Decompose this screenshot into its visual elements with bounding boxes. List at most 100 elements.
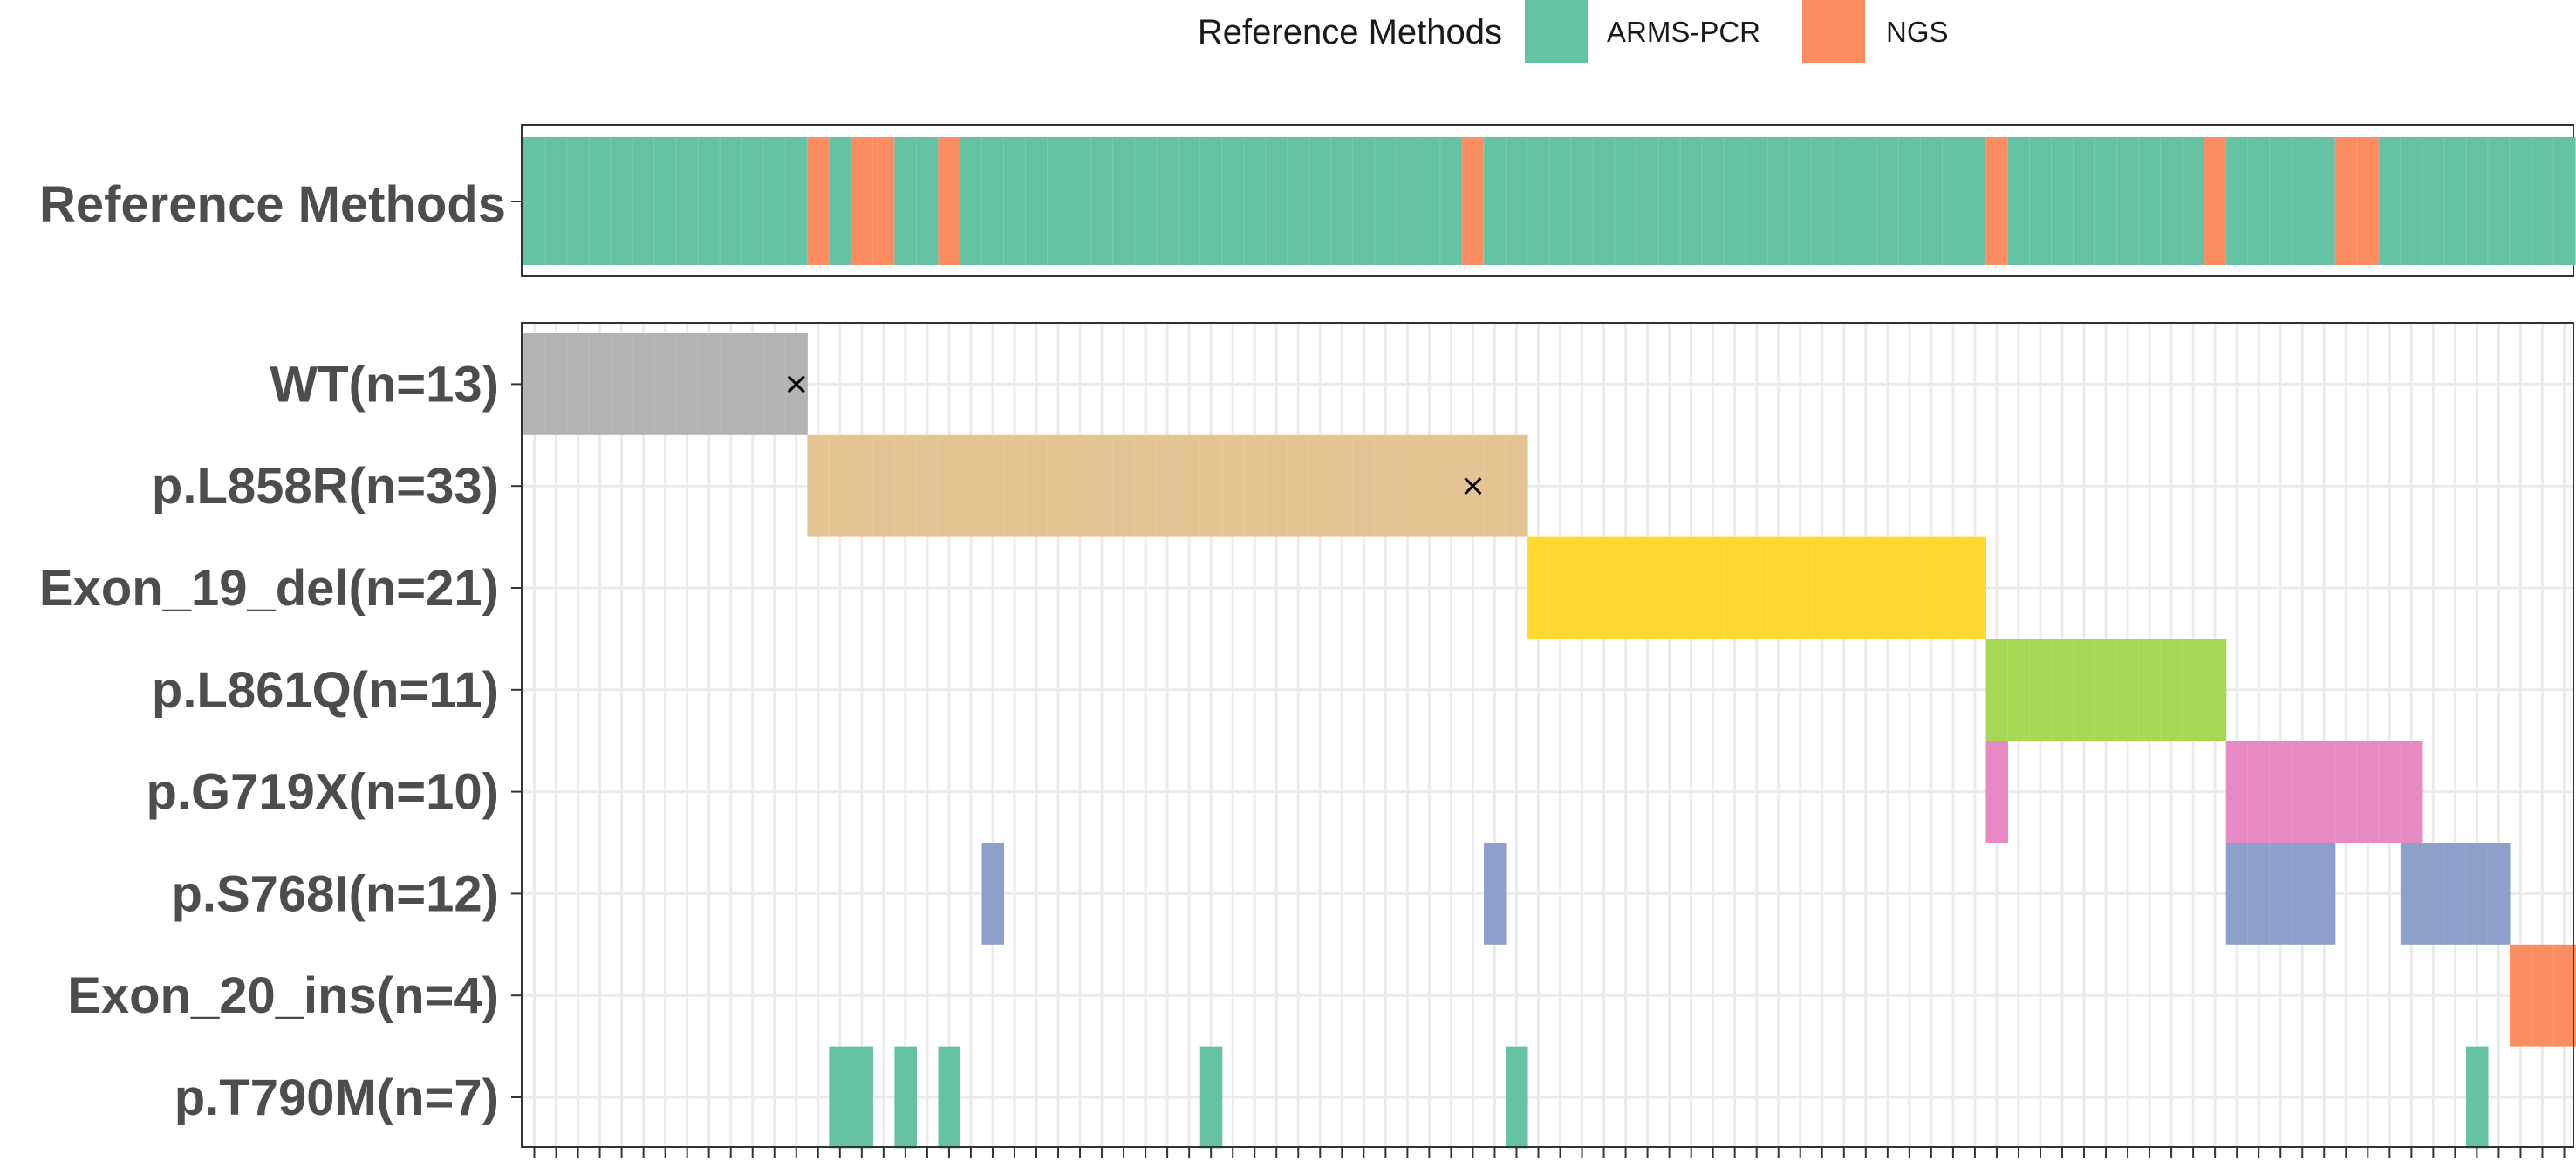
mutation-cell [872, 434, 895, 537]
mutation-cell [1855, 536, 1877, 639]
ref-cell-arms-pcr [2465, 137, 2489, 265]
ref-cell-arms-pcr [523, 137, 546, 265]
ref-cell-arms-pcr [654, 137, 677, 265]
mutation-cell [2509, 944, 2532, 1047]
mutation-cell [2007, 639, 2031, 741]
mutation-cell [2073, 639, 2096, 741]
mutation-cell [1287, 434, 1310, 537]
mutation-cell [2182, 639, 2205, 741]
mutation-cell [1680, 536, 1703, 639]
mutation-cell [1985, 639, 2009, 741]
mutation-cell [2465, 843, 2489, 945]
mutation-cell [829, 1046, 851, 1149]
mutation-cell [938, 434, 961, 537]
row-label: p.L861Q(n=11) [152, 662, 499, 719]
mutation-cell [1789, 536, 1812, 639]
ref-cell-arms-pcr [698, 137, 721, 265]
mutation-cell [1003, 434, 1027, 537]
ref-cell-arms-pcr [829, 137, 851, 265]
ref-cell-arms-pcr [1112, 137, 1136, 265]
ref-cell-arms-pcr [1789, 137, 1812, 265]
mutation-cell [545, 333, 568, 435]
ref-cell-arms-pcr [1221, 137, 1245, 265]
mutation-cell [960, 434, 983, 537]
mutation-cell [698, 333, 721, 435]
oncoprint-chart: Reference Methods ARMS-PCR NGS Reference… [39, 0, 2576, 1158]
mutation-cell [2051, 639, 2074, 741]
mutation-cell [1178, 434, 1201, 537]
ref-cell-arms-pcr [2182, 137, 2205, 265]
mutation-cell [2094, 639, 2118, 741]
mutation-cell [2465, 1046, 2489, 1149]
mutation-cell [1964, 536, 1987, 639]
mutation-cell [2531, 944, 2554, 1047]
mutation-cell [1243, 434, 1267, 537]
mutation-cell [1702, 536, 1725, 639]
ref-cell-ngs [807, 137, 830, 265]
ref-cell-arms-pcr [1374, 137, 1397, 265]
ref-cell-arms-pcr [2138, 137, 2162, 265]
ref-cell-arms-pcr [2225, 137, 2249, 265]
mutation-cell [2422, 843, 2445, 945]
mutation-cell [851, 1046, 873, 1149]
ref-cell-arms-pcr [1615, 137, 1637, 265]
mutation-cell [1549, 536, 1572, 639]
ref-cell-arms-pcr [611, 137, 633, 265]
mutation-cell [2204, 639, 2227, 741]
ref-cell-arms-pcr [1003, 137, 1027, 265]
legend-swatch-ngs [1802, 0, 1865, 63]
mutation-cell [1483, 434, 1507, 537]
legend-label-ngs: NGS [1886, 16, 1949, 48]
mutation-cell [2291, 741, 2314, 843]
ref-cell-arms-pcr [2247, 137, 2271, 265]
mutation-cell [2356, 741, 2380, 843]
mutation-cell [1396, 434, 1419, 537]
mutation-cell [2552, 944, 2576, 1047]
ref-cell-arms-pcr [1746, 137, 1768, 265]
ref-cell-ngs [2356, 137, 2380, 265]
mutation-cell [1199, 434, 1223, 537]
mutation-cell [2291, 843, 2314, 945]
ref-cell-arms-pcr [1025, 137, 1049, 265]
ref-cell-arms-pcr [1287, 137, 1310, 265]
ref-cell-arms-pcr [1571, 137, 1594, 265]
row-label: WT(n=13) [270, 356, 499, 413]
mutation-cell [1221, 434, 1245, 537]
ref-cell-arms-pcr [1308, 137, 1332, 265]
row-label: p.G719X(n=10) [146, 764, 499, 821]
ref-cell-arms-pcr [1505, 137, 1528, 265]
mutation-cell [1636, 536, 1659, 639]
mutation-cell [2400, 741, 2423, 843]
mutation-cell [1920, 536, 1943, 639]
ref-cell-arms-pcr [2378, 137, 2402, 265]
mutation-cell [2247, 741, 2271, 843]
mutation-cell [1483, 843, 1507, 945]
mutation-cell [1746, 536, 1768, 639]
ref-cell-arms-pcr [2269, 137, 2292, 265]
mutation-cell [2334, 741, 2358, 843]
mutation-cell [1308, 434, 1332, 537]
mutation-cell [632, 333, 655, 435]
ref-cell-arms-pcr [2051, 137, 2074, 265]
ref-cell-arms-pcr [1439, 137, 1463, 265]
ref-cell-arms-pcr [567, 137, 590, 265]
mutation-cell [2247, 843, 2271, 945]
mutation-cell [1658, 536, 1681, 639]
ref-cell-arms-pcr [1069, 137, 1092, 265]
ref-cell-arms-pcr [1898, 137, 1921, 265]
reference-track [511, 124, 2576, 277]
ref-cell-arms-pcr [1178, 137, 1201, 265]
mutation-cell [1571, 536, 1594, 639]
mutation-cell [2225, 843, 2249, 945]
mutation-cell [1199, 1046, 1223, 1149]
ref-cell-arms-pcr [2509, 137, 2532, 265]
ref-cell-arms-pcr [1964, 137, 1987, 265]
mutation-cell [1156, 434, 1179, 537]
legend-swatch-arms-pcr [1525, 0, 1588, 63]
ref-cell-arms-pcr [1156, 137, 1179, 265]
ref-cell-arms-pcr [1702, 137, 1725, 265]
ref-cell-arms-pcr [1090, 137, 1114, 265]
ref-cell-arms-pcr [2291, 137, 2314, 265]
ref-cell-arms-pcr [2160, 137, 2183, 265]
mutation-cell [1352, 434, 1376, 537]
